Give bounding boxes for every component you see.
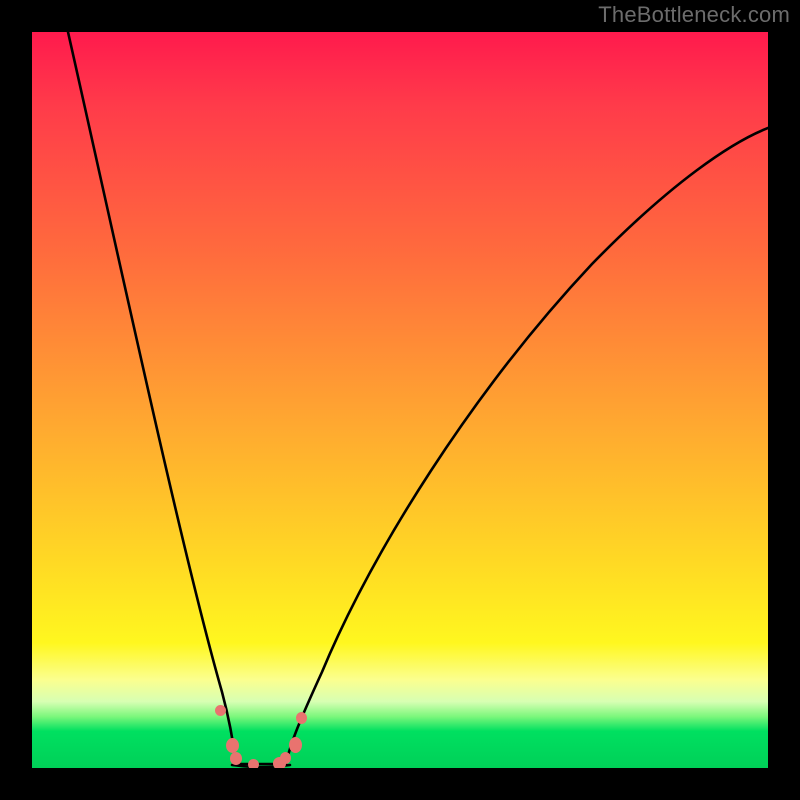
curve-marker [296, 712, 307, 724]
outer-frame: TheBottleneck.com [0, 0, 800, 800]
curve-path [68, 32, 768, 764]
curve-marker [289, 737, 302, 753]
curve-marker [230, 752, 242, 765]
curve-marker [280, 752, 291, 764]
curve-marker [226, 738, 239, 753]
watermark-text: TheBottleneck.com [598, 2, 790, 28]
bottleneck-curve [32, 32, 768, 768]
curve-marker [215, 705, 226, 716]
curve-marker [248, 759, 259, 768]
plot-area [32, 32, 768, 768]
